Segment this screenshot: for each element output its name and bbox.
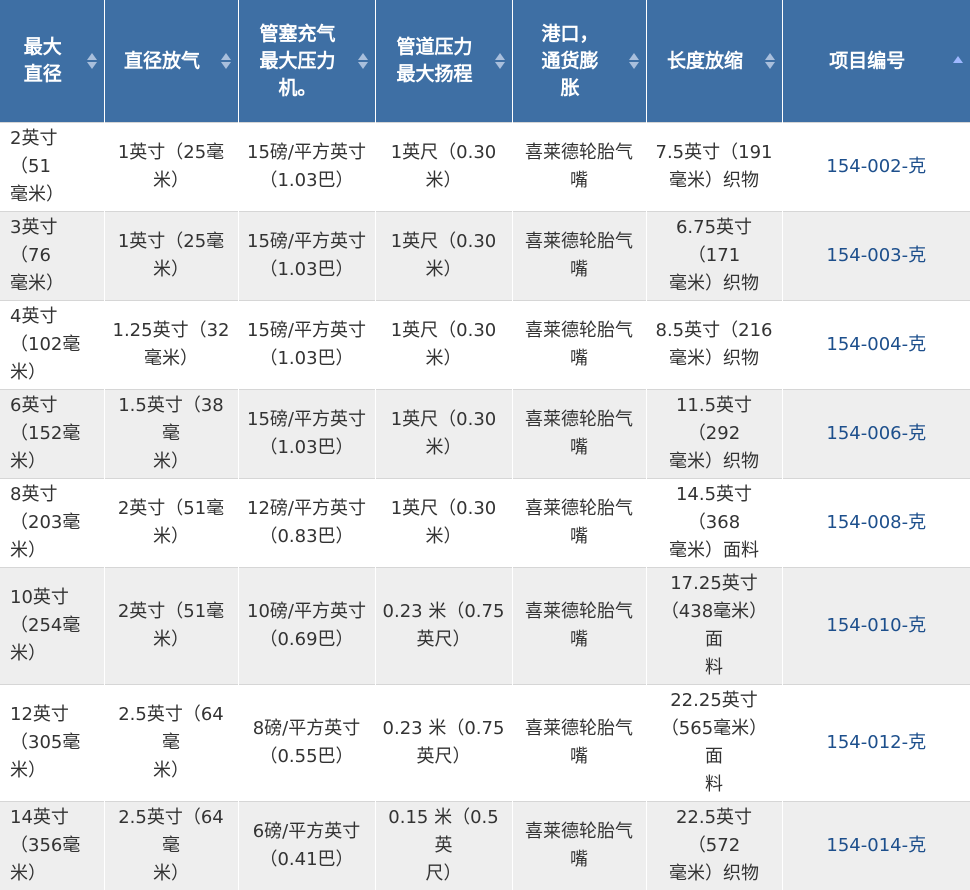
cell-inflation-port: 喜莱德轮胎气 嘴: [512, 212, 646, 301]
cell-item-number[interactable]: 154-012-克: [782, 685, 970, 802]
cell-inflation-port: 喜莱德轮胎气 嘴: [512, 479, 646, 568]
cell-max-diameter: 10英寸 （254毫 米）: [0, 568, 104, 685]
cell-inflation-port: 喜莱德轮胎气 嘴: [512, 301, 646, 390]
col-header-item-number[interactable]: 项目编号: [782, 0, 970, 123]
cell-max-inflation-pressure: 10磅/平方英寸 （0.69巴）: [238, 568, 375, 685]
cell-length: 22.5英寸（572 毫米）织物: [646, 802, 782, 890]
header-label: 最大 直径: [24, 36, 62, 85]
cell-max-head: 1英尺（0.30 米）: [375, 212, 512, 301]
cell-length: 6.75英寸（171 毫米）织物: [646, 212, 782, 301]
table-row: 3英寸（76 毫米）1英寸（25毫 米）15磅/平方英寸 （1.03巴）1英尺（…: [0, 212, 970, 301]
cell-max-head: 1英尺（0.30 米）: [375, 123, 512, 212]
cell-max-inflation-pressure: 6磅/平方英寸 （0.41巴）: [238, 802, 375, 890]
cell-inflation-port: 喜莱德轮胎气 嘴: [512, 568, 646, 685]
header-label: 管道压力 最大扬程: [396, 36, 472, 85]
header-label: 港口， 通货膨 胀: [541, 23, 598, 99]
table-row: 12英寸 （305毫 米）2.5英寸（64毫 米）8磅/平方英寸 （0.55巴）…: [0, 685, 970, 802]
table-row: 4英寸 （102毫 米）1.25英寸（32 毫米）15磅/平方英寸 （1.03巴…: [0, 301, 970, 390]
sort-icon[interactable]: [495, 53, 505, 69]
cell-inflation-port: 喜莱德轮胎气 嘴: [512, 123, 646, 212]
product-table: 最大 直径 直径放气 管塞充气 最大压力 机。 管道压力 最大扬程 港口， 通货…: [0, 0, 970, 890]
header-label: 管塞充气 最大压力 机。: [259, 23, 335, 99]
cell-max-head: 0.15 米（0.5 英 尺）: [375, 802, 512, 890]
cell-max-diameter: 4英寸 （102毫 米）: [0, 301, 104, 390]
sort-icon[interactable]: [629, 53, 639, 69]
cell-item-number[interactable]: 154-002-克: [782, 123, 970, 212]
cell-deflated-diameter: 1.5英寸（38毫 米）: [104, 390, 238, 479]
cell-length: 8.5英寸（216 毫米）织物: [646, 301, 782, 390]
cell-max-diameter: 6英寸 （152毫 米）: [0, 390, 104, 479]
cell-max-head: 0.23 米（0.75 英尺）: [375, 568, 512, 685]
header-row: 最大 直径 直径放气 管塞充气 最大压力 机。 管道压力 最大扬程 港口， 通货…: [0, 0, 970, 123]
table-row: 6英寸 （152毫 米）1.5英寸（38毫 米）15磅/平方英寸 （1.03巴）…: [0, 390, 970, 479]
cell-deflated-diameter: 1英寸（25毫 米）: [104, 212, 238, 301]
header-label: 直径放气: [124, 50, 200, 72]
cell-item-number[interactable]: 154-008-克: [782, 479, 970, 568]
cell-length: 17.25英寸 （438毫米）面 料: [646, 568, 782, 685]
cell-max-diameter: 8英寸 （203毫 米）: [0, 479, 104, 568]
cell-inflation-port: 喜莱德轮胎气 嘴: [512, 390, 646, 479]
cell-max-head: 1英尺（0.30 米）: [375, 390, 512, 479]
col-header-length[interactable]: 长度放缩: [646, 0, 782, 123]
cell-inflation-port: 喜莱德轮胎气 嘴: [512, 685, 646, 802]
cell-item-number[interactable]: 154-004-克: [782, 301, 970, 390]
table-row: 2英寸（51 毫米）1英寸（25毫 米）15磅/平方英寸 （1.03巴）1英尺（…: [0, 123, 970, 212]
sort-asc-icon[interactable]: [953, 56, 963, 63]
cell-length: 11.5英寸（292 毫米）织物: [646, 390, 782, 479]
cell-deflated-diameter: 1英寸（25毫 米）: [104, 123, 238, 212]
cell-max-diameter: 2英寸（51 毫米）: [0, 123, 104, 212]
cell-max-diameter: 14英寸 （356毫 米）: [0, 802, 104, 890]
table-row: 8英寸 （203毫 米）2英寸（51毫 米）12磅/平方英寸 （0.83巴）1英…: [0, 479, 970, 568]
table-row: 10英寸 （254毫 米）2英寸（51毫 米）10磅/平方英寸 （0.69巴）0…: [0, 568, 970, 685]
cell-max-head: 0.23 米（0.75 英尺）: [375, 685, 512, 802]
cell-length: 14.5英寸（368 毫米）面料: [646, 479, 782, 568]
cell-inflation-port: 喜莱德轮胎气 嘴: [512, 802, 646, 890]
cell-max-inflation-pressure: 12磅/平方英寸 （0.83巴）: [238, 479, 375, 568]
cell-max-inflation-pressure: 15磅/平方英寸 （1.03巴）: [238, 390, 375, 479]
sort-icon[interactable]: [765, 53, 775, 69]
cell-max-diameter: 12英寸 （305毫 米）: [0, 685, 104, 802]
col-header-deflated-diameter[interactable]: 直径放气: [104, 0, 238, 123]
cell-deflated-diameter: 2.5英寸（64毫 米）: [104, 685, 238, 802]
col-header-max-head[interactable]: 管道压力 最大扬程: [375, 0, 512, 123]
col-header-max-diameter[interactable]: 最大 直径: [0, 0, 104, 123]
table-row: 14英寸 （356毫 米）2.5英寸（64毫 米）6磅/平方英寸 （0.41巴）…: [0, 802, 970, 890]
header-label: 长度放缩: [667, 50, 743, 72]
cell-length: 7.5英寸（191 毫米）织物: [646, 123, 782, 212]
cell-max-head: 1英尺（0.30 米）: [375, 479, 512, 568]
cell-max-inflation-pressure: 15磅/平方英寸 （1.03巴）: [238, 212, 375, 301]
cell-max-inflation-pressure: 15磅/平方英寸 （1.03巴）: [238, 301, 375, 390]
cell-deflated-diameter: 2英寸（51毫 米）: [104, 479, 238, 568]
cell-max-head: 1英尺（0.30 米）: [375, 301, 512, 390]
cell-deflated-diameter: 2.5英寸（64毫 米）: [104, 802, 238, 890]
cell-max-diameter: 3英寸（76 毫米）: [0, 212, 104, 301]
sort-icon[interactable]: [87, 53, 97, 69]
cell-max-inflation-pressure: 15磅/平方英寸 （1.03巴）: [238, 123, 375, 212]
cell-item-number[interactable]: 154-014-克: [782, 802, 970, 890]
cell-item-number[interactable]: 154-006-克: [782, 390, 970, 479]
cell-deflated-diameter: 2英寸（51毫 米）: [104, 568, 238, 685]
cell-item-number[interactable]: 154-003-克: [782, 212, 970, 301]
col-header-inflation-port[interactable]: 港口， 通货膨 胀: [512, 0, 646, 123]
cell-length: 22.25英寸 （565毫米）面 料: [646, 685, 782, 802]
cell-max-inflation-pressure: 8磅/平方英寸 （0.55巴）: [238, 685, 375, 802]
header-label: 项目编号: [829, 50, 905, 72]
cell-item-number[interactable]: 154-010-克: [782, 568, 970, 685]
cell-deflated-diameter: 1.25英寸（32 毫米）: [104, 301, 238, 390]
sort-icon[interactable]: [221, 53, 231, 69]
sort-icon[interactable]: [358, 53, 368, 69]
col-header-max-inflation-pressure[interactable]: 管塞充气 最大压力 机。: [238, 0, 375, 123]
